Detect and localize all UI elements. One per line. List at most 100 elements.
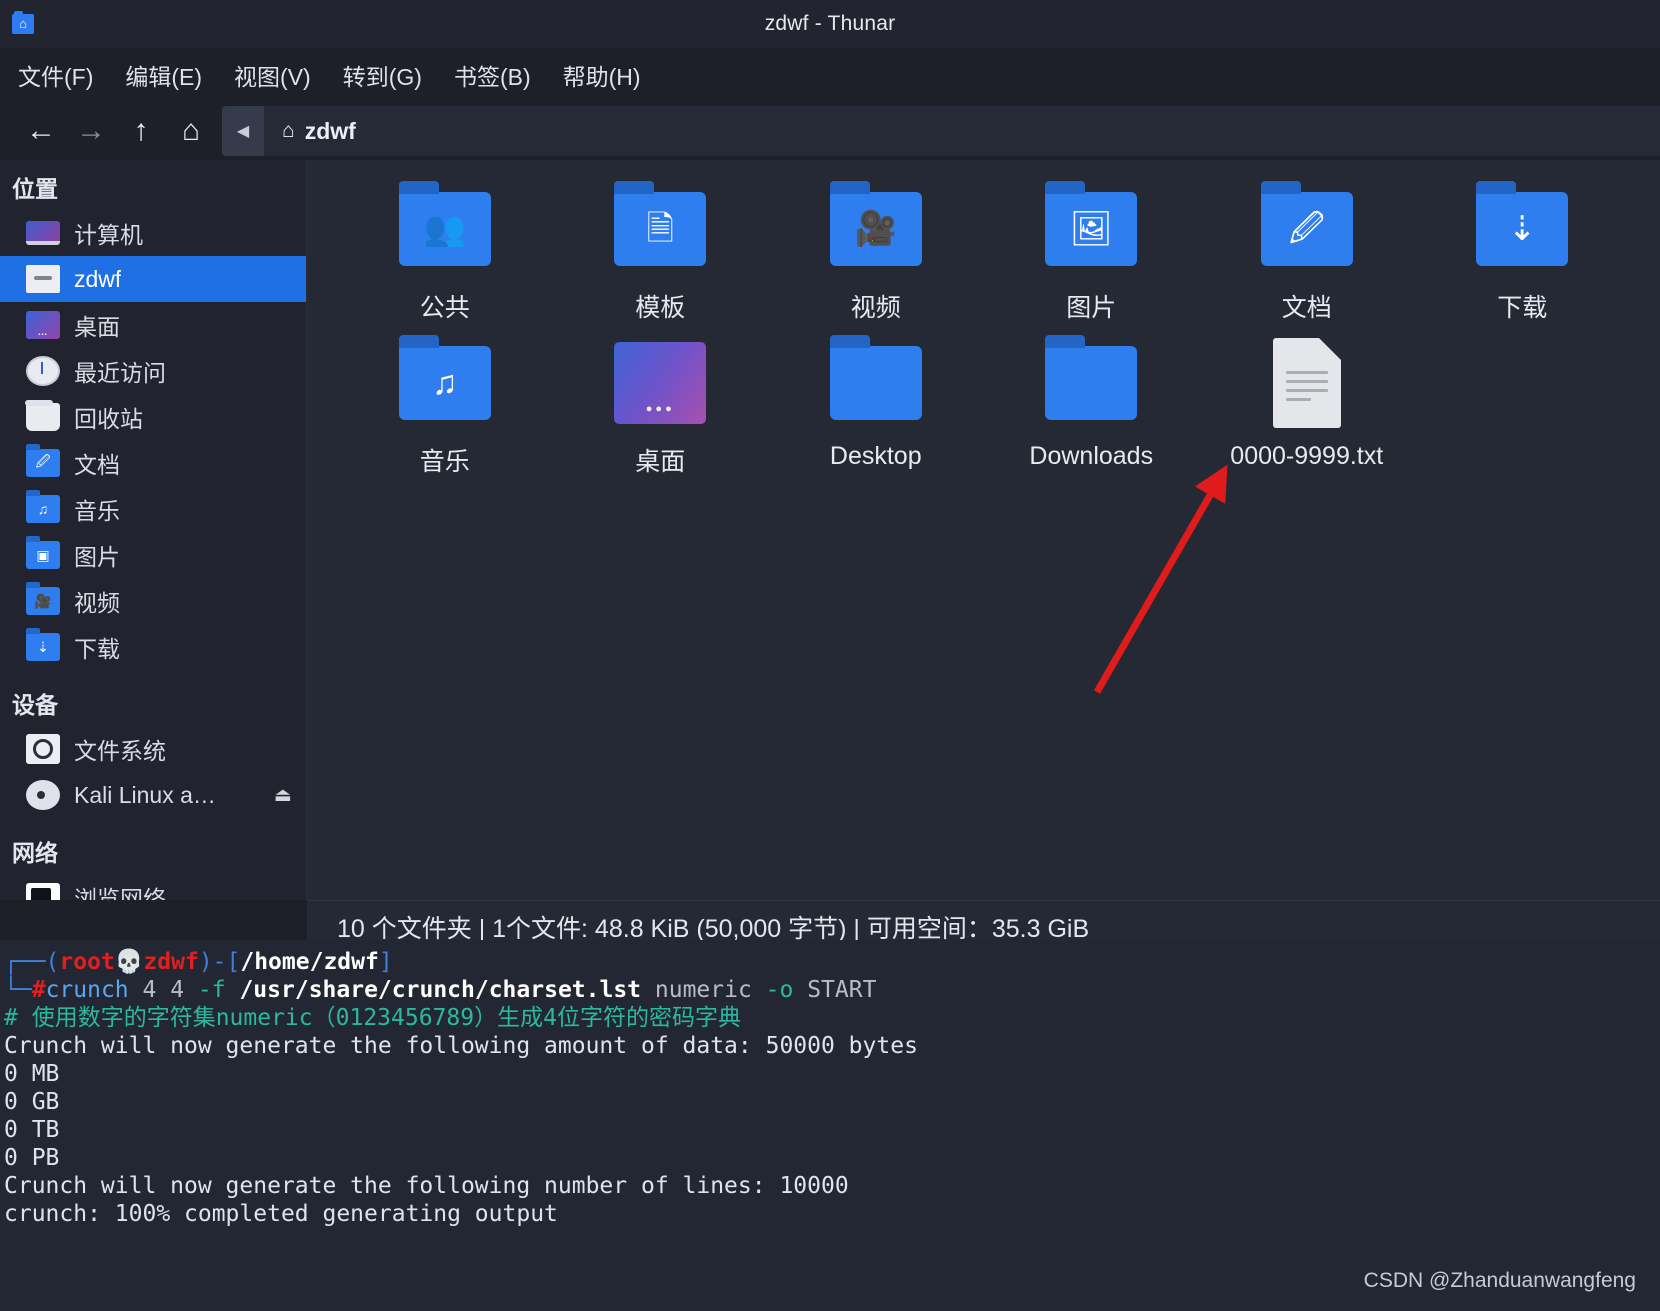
command-path: /usr/share/crunch/charset.lst <box>225 977 655 1003</box>
terminal-output-line: 0 MB <box>4 1061 60 1087</box>
home-folder-icon <box>26 265 60 293</box>
terminal-output-line: Crunch will now generate the following n… <box>4 1173 849 1199</box>
terminal-prompt-line: ┌──(root💀zdwf)-[/home/zdwf] <box>4 949 393 975</box>
terminal-comment-line: # 使用数字的字符集numeric（0123456789）生成4位字符的密码字典 <box>4 1005 741 1031</box>
sidebar-item-music[interactable]: ♫ 音乐 <box>0 486 306 532</box>
window-title: zdwf - Thunar <box>764 12 896 35</box>
sidebar-item-recent[interactable]: 最近访问 <box>0 348 306 394</box>
menu-bar: 文件(F) 编辑(E) 视图(V) 转到(G) 书签(B) 帮助(H) <box>0 48 1660 102</box>
file-item[interactable]: Downloads <box>984 335 1200 478</box>
command-name: crunch <box>45 977 129 1003</box>
file-item[interactable]: 👥 公共 <box>337 181 553 324</box>
command-outfile: START <box>793 977 877 1003</box>
folder-glyph: 🖼 <box>1069 210 1113 248</box>
main-body: 位置 计算机 zdwf 桌面 最近访问 回收站 <box>0 160 1660 900</box>
sidebar: 位置 计算机 zdwf 桌面 最近访问 回收站 <box>0 160 307 900</box>
sidebar-item-label: 计算机 <box>74 222 143 248</box>
terminal-output-line: crunch: 100% completed generating output <box>4 1201 558 1227</box>
up-arrow-icon[interactable]: ↑ <box>116 108 166 154</box>
menu-help[interactable]: 帮助(H) <box>559 55 645 95</box>
sidebar-item-pictures[interactable]: ▣ 图片 <box>0 532 306 578</box>
sidebar-item-label: 下载 <box>74 636 120 662</box>
terminal-command-line: └─#crunch 4 4 -f /usr/share/crunch/chars… <box>4 977 877 1003</box>
prompt-path: /home/zdwf <box>240 949 379 975</box>
eject-icon[interactable]: ⏏ <box>274 784 292 807</box>
sidebar-item-label: 视频 <box>74 590 120 616</box>
tool-bar: ← → ↑ ⌂ ◀ ⌂ zdwf <box>0 102 1660 160</box>
sidebar-group-network-title: 网络 <box>12 840 58 866</box>
templates-folder-icon: 🗎 <box>608 181 712 268</box>
file-item[interactable]: ⇣ 下载 <box>1415 181 1631 324</box>
prompt-symbol: # <box>31 977 46 1003</box>
menu-go[interactable]: 转到(G) <box>339 55 426 95</box>
desktop-folder-icon <box>608 340 712 424</box>
file-label: 桌面 <box>635 448 686 476</box>
menu-view[interactable]: 视图(V) <box>230 55 315 95</box>
folder-glyph: 🗎 <box>646 210 674 248</box>
pictures-folder-icon: ▣ <box>26 536 60 569</box>
videos-folder-icon: 🎥 <box>824 181 928 268</box>
command-flag-o: -o <box>765 977 794 1003</box>
sidebar-group-devices-title: 设备 <box>12 692 58 718</box>
plain-folder-icon <box>1039 335 1143 422</box>
prompt-user: root <box>59 949 115 975</box>
sidebar-item-label: 桌面 <box>74 314 120 340</box>
path-bar: ◀ ⌂ zdwf <box>222 106 1660 156</box>
home-icon[interactable]: ⌂ <box>166 108 216 154</box>
file-label: 音乐 <box>419 448 470 476</box>
drive-icon <box>26 734 60 764</box>
downloads-folder-icon: ⇣ <box>26 628 60 661</box>
music-folder-icon: ♫ <box>26 490 60 523</box>
file-label: 下载 <box>1497 294 1548 322</box>
clock-icon <box>26 356 60 386</box>
file-item[interactable]: Desktop <box>768 335 984 478</box>
terminal-output-line: Crunch will now generate the following a… <box>4 1033 918 1059</box>
sidebar-item-browse-network[interactable]: 浏览网络 <box>0 874 306 900</box>
menu-file[interactable]: 文件(F) <box>14 55 97 95</box>
breadcrumb-zdwf[interactable]: ⌂ zdwf <box>264 106 380 156</box>
disc-icon <box>26 780 60 810</box>
file-item-textfile[interactable]: 0000-9999.txt <box>1199 338 1415 478</box>
breadcrumb-label: zdwf <box>304 117 356 144</box>
sidebar-item-computer[interactable]: 计算机 <box>0 210 306 256</box>
downloads-folder-icon: ⇣ <box>1470 181 1574 268</box>
file-item[interactable]: ♫ 音乐 <box>337 335 553 478</box>
documents-folder-icon: 🖉 <box>26 444 60 477</box>
sidebar-item-trash[interactable]: 回收站 <box>0 394 306 440</box>
folder-glyph: 🖉 <box>1288 210 1325 248</box>
prompt-at-icon: 💀 <box>114 949 144 975</box>
file-item[interactable]: 🖼 图片 <box>984 181 1200 324</box>
menu-edit[interactable]: 编辑(E) <box>121 55 206 95</box>
command-flag-f: -f <box>197 977 226 1003</box>
file-label: Downloads <box>1029 442 1154 470</box>
menu-bookmarks[interactable]: 书签(B) <box>450 55 535 95</box>
text-file-icon <box>1255 338 1359 428</box>
file-label: 公共 <box>419 294 470 322</box>
sidebar-item-label: 最近访问 <box>74 360 166 386</box>
sidebar-item-zdwf[interactable]: zdwf <box>0 256 306 302</box>
desktop-icon <box>26 311 60 339</box>
sidebar-item-documents[interactable]: 🖉 文档 <box>0 440 306 486</box>
folder-glyph: 👥 <box>423 210 466 248</box>
sidebar-item-downloads[interactable]: ⇣ 下载 <box>0 624 306 670</box>
chevron-left-icon[interactable]: ◀ <box>222 106 264 156</box>
sidebar-item-kali-disc[interactable]: Kali Linux a… ⏏ <box>0 772 306 818</box>
watermark: CSDN @Zhanduanwangfeng <box>1363 1269 1636 1292</box>
file-label: 文档 <box>1281 294 1332 322</box>
sidebar-item-label: 文档 <box>74 452 120 478</box>
forward-arrow-icon[interactable]: → <box>66 108 116 154</box>
file-label: 图片 <box>1066 294 1117 322</box>
sidebar-item-filesystem[interactable]: 文件系统 <box>0 726 306 772</box>
terminal-panel[interactable]: ┌──(root💀zdwf)-[/home/zdwf] └─#crunch 4 … <box>0 940 1660 1311</box>
sidebar-item-desktop[interactable]: 桌面 <box>0 302 306 348</box>
sidebar-group-places-title: 位置 <box>12 176 58 202</box>
file-view[interactable]: 👥 公共 🗎 模板 🎥 视频 🖼 图片 🖉 文档 ⇣ 下载 ♫ 音乐 ●●● 桌… <box>307 160 1660 900</box>
sidebar-item-videos[interactable]: 🎥 视频 <box>0 578 306 624</box>
sidebar-item-label: 文件系统 <box>74 738 166 764</box>
file-item[interactable]: 桌面 <box>553 340 769 478</box>
file-item[interactable]: 🖉 文档 <box>1199 181 1415 324</box>
file-label: 视频 <box>850 294 901 322</box>
file-item[interactable]: 🎥 视频 <box>768 181 984 324</box>
back-arrow-icon[interactable]: ← <box>16 108 66 154</box>
file-item[interactable]: 🗎 模板 <box>553 181 769 324</box>
